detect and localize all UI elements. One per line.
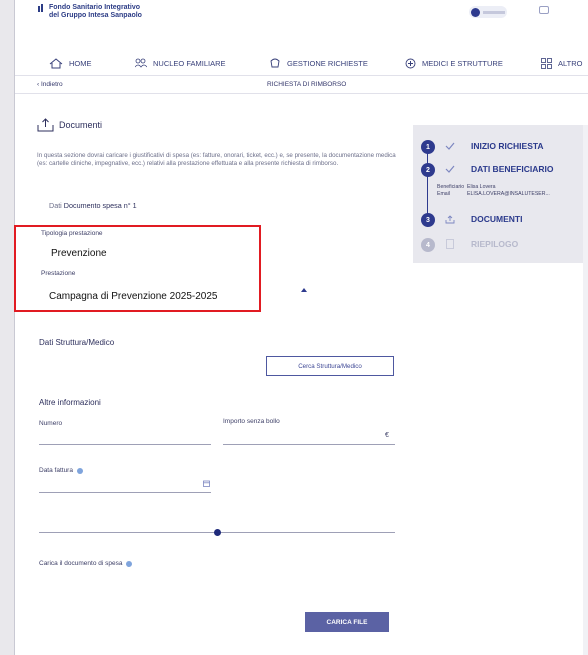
nav-label-nucleo-familiare: NUCLEO FAMILIARE (153, 58, 226, 68)
nav-item-nucleo-familiare[interactable]: NUCLEO FAMILIARE (135, 58, 226, 68)
logo-line-2: del Gruppo Intesa Sanpaolo (49, 12, 142, 19)
upload-tray-icon (37, 118, 54, 132)
avatar (471, 7, 480, 17)
home-icon (49, 58, 63, 69)
document-heading-main: Documento spesa n° 1 (63, 201, 137, 210)
highlight-box (14, 225, 261, 312)
user-menu-pill[interactable] (469, 6, 507, 18)
steps-panel: 1 INIZIO RICHIESTA 2 DATI BENEFICIARIO B… (413, 125, 588, 263)
nav-item-medici-strutture[interactable]: MEDICI E STRUTTURE (405, 58, 503, 69)
medical-icon (405, 58, 416, 69)
step-number-4: 4 (421, 238, 435, 252)
numero-input[interactable] (39, 428, 211, 444)
search-structure-button[interactable]: Cerca Struttura/Medico (266, 356, 394, 376)
back-link[interactable]: ‹ Indietro (37, 81, 63, 88)
calendar-icon[interactable] (203, 480, 210, 487)
info-icon[interactable] (76, 467, 83, 474)
nav-label-home: HOME (69, 59, 92, 68)
notification-icon[interactable] (539, 6, 549, 14)
step-title-3: DOCUMENTI (471, 214, 523, 224)
numero-label: Numero (39, 420, 63, 427)
email-value: ELISA.LOVERA@INSALUTESER... (467, 191, 550, 197)
document-heading: Dati Documento spesa n° 1 (49, 201, 137, 210)
logo-line-1: Fondo Sanitario Integrativo (49, 4, 141, 11)
nav-item-gestione-richieste[interactable]: GESTIONE RICHIESTE (269, 58, 368, 69)
logo[interactable]: Fondo Sanitario Integrativo del Gruppo I… (37, 4, 142, 20)
email-label: Email (437, 191, 450, 197)
app-frame: Fondo Sanitario Integrativo del Gruppo I… (14, 0, 588, 655)
scrollbar[interactable] (583, 125, 588, 655)
upload-file-button[interactable]: CARICA FILE (305, 612, 389, 632)
upload-tray-icon (445, 215, 455, 224)
slider-track[interactable] (39, 529, 395, 536)
importo-input[interactable] (223, 426, 395, 444)
documents-title: Documenti (59, 120, 103, 130)
beneficiary-info: Beneficiario Elisa Lovera Email ELISA.LO… (437, 184, 550, 198)
step-title-1: INIZIO RICHIESTA (471, 141, 544, 151)
data-fattura-field-label: Data fattura (39, 467, 83, 474)
step-number-3: 3 (421, 213, 435, 227)
documents-header: Documenti (37, 118, 102, 132)
document-icon (446, 239, 454, 249)
beneficiario-value: Elisa Lovera (467, 184, 496, 190)
check-icon (445, 165, 455, 173)
step-number-2: 2 (421, 163, 435, 177)
beneficiario-label: Beneficiario (437, 184, 465, 190)
page-title: RICHIESTA DI RIMBORSO (267, 81, 347, 88)
step-title-4: RIEPILOGO (471, 239, 519, 249)
info-icon[interactable] (126, 560, 133, 567)
main-nav: HOME NUCLEO FAMILIARE GESTIONE RICHIESTE… (15, 52, 588, 76)
nav-item-home[interactable]: HOME (49, 58, 92, 69)
dropdown-caret-icon[interactable] (301, 288, 307, 292)
upload-label: Carica il documento di spesa (39, 560, 123, 567)
family-icon (135, 58, 147, 68)
document-heading-prefix: Dati (49, 201, 62, 210)
importo-label: Importo senza bollo (223, 418, 280, 425)
step-number-1: 1 (421, 140, 435, 154)
data-fattura-label: Data fattura (39, 467, 73, 474)
currency-symbol: € (385, 432, 389, 439)
altre-info-title: Altre informazioni (39, 398, 101, 407)
step-title-2: DATI BENEFICIARIO (471, 164, 554, 174)
nav-label-gestione-richieste: GESTIONE RICHIESTE (287, 59, 368, 68)
data-fattura-input[interactable] (39, 476, 211, 492)
nav-label-altro: ALTRO (558, 59, 583, 68)
check-icon (445, 142, 455, 150)
struttura-title: Dati Struttura/Medico (39, 338, 115, 347)
sub-header: ‹ Indietro RICHIESTA DI RIMBORSO (15, 76, 588, 94)
nav-label-medici-strutture: MEDICI E STRUTTURE (422, 59, 503, 68)
logo-mark-icon (38, 4, 43, 12)
requests-icon (270, 58, 280, 68)
upload-field-label: Carica il documento di spesa (39, 560, 133, 567)
slider-thumb[interactable] (213, 529, 221, 536)
documents-description: In questa sezione dovrai caricare i gius… (37, 152, 396, 167)
grid-icon (541, 58, 552, 69)
nav-item-altro[interactable]: ALTRO (541, 58, 582, 69)
